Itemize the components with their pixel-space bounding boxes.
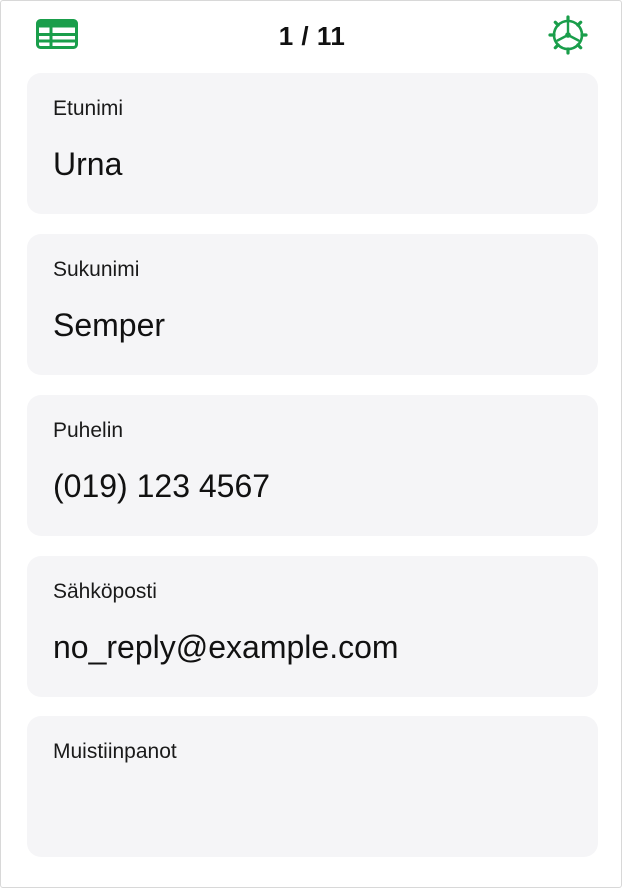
record-counter: 1 / 11 — [278, 21, 346, 51]
field-card-phone[interactable]: Puhelin (019) 123 4567 — [27, 395, 598, 536]
field-value[interactable]: no_reply@example.com — [53, 629, 399, 666]
field-label: Muistiinpanot — [53, 740, 177, 763]
field-label: Sähköposti — [53, 580, 157, 603]
field-label: Sukunimi — [53, 258, 140, 281]
field-card-notes[interactable]: Muistiinpanot — [27, 716, 598, 857]
field-value[interactable]: (019) 123 4567 — [53, 468, 270, 505]
field-label: Etunimi — [53, 97, 124, 120]
field-value[interactable]: Semper — [53, 307, 165, 344]
field-value[interactable]: Urna — [53, 146, 122, 183]
field-card-email[interactable]: Sähköposti no_reply@example.com — [27, 556, 598, 697]
field-card-last-name[interactable]: Sukunimi Semper — [27, 234, 598, 375]
field-label: Puhelin — [53, 419, 124, 442]
top-bar: 1 / 11 — [1, 1, 622, 71]
settings-button[interactable] — [548, 15, 588, 55]
gear-icon — [548, 15, 588, 55]
form-window: 1 / 11 Etunimi Urna Sukunimi Semper Puhe… — [0, 0, 622, 888]
field-card-first-name[interactable]: Etunimi Urna — [27, 73, 598, 214]
